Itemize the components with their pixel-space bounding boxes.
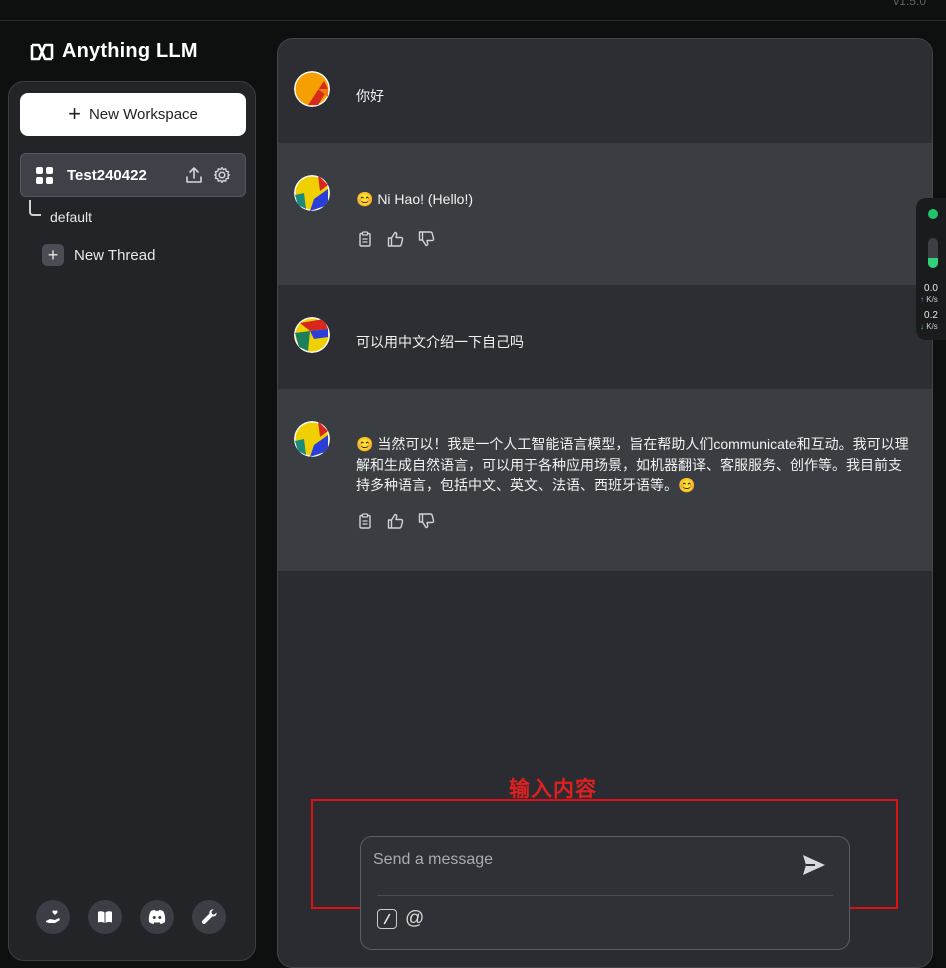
slash-icon <box>383 913 391 925</box>
plus-icon: + <box>42 244 64 266</box>
plus-icon: + <box>68 100 81 126</box>
send-icon <box>803 855 825 875</box>
clipboard-icon[interactable] <box>357 513 373 529</box>
thumbs-down-icon[interactable] <box>418 231 435 247</box>
anythingllm-logo-icon <box>30 43 54 60</box>
workspace-name: Test240422 <box>67 166 147 184</box>
upload-speed: 0.0 <box>924 283 938 294</box>
thread-connector <box>29 200 41 216</box>
thumbs-up-icon[interactable] <box>387 513 404 529</box>
message-text: 😊 当然可以！我是一个人工智能语言模型，旨在帮助人们communicate和互动… <box>356 436 909 493</box>
gear-icon[interactable] <box>213 166 231 184</box>
status-dot <box>928 209 938 219</box>
chat-message-assistant: 😊 Ni Hao! (Hello!) <box>278 143 932 285</box>
network-level-fill <box>928 257 938 268</box>
workspace-item[interactable]: Test240422 <box>20 153 246 197</box>
discord-button[interactable] <box>140 900 174 934</box>
at-mention-icon[interactable]: @ <box>405 909 424 929</box>
docs-button[interactable] <box>88 900 122 934</box>
arrow-up-icon: ↑ <box>920 295 924 304</box>
message-text: 可以用中文介绍一下自己吗 <box>356 334 524 350</box>
download-speed: 0.2 <box>924 310 938 321</box>
send-button[interactable] <box>801 853 827 882</box>
composer-tools: @ <box>377 909 424 929</box>
message-actions <box>357 231 435 247</box>
sidebar: + New Workspace Test240422 default + New… <box>8 81 256 961</box>
thumbs-up-icon[interactable] <box>387 231 404 247</box>
new-thread-label: New Thread <box>74 246 156 264</box>
chat-message-assistant: 😊 当然可以！我是一个人工智能语言模型，旨在帮助人们communicate和互动… <box>278 389 932 571</box>
sidebar-footer <box>36 900 226 934</box>
settings-button[interactable] <box>192 900 226 934</box>
assistant-avatar <box>294 175 330 211</box>
download-unit-label: K/s <box>926 322 938 331</box>
network-speed-widget: 0.0 ↑ K/s 0.2 ↓ K/s <box>916 198 946 340</box>
community-hub-button[interactable] <box>36 900 70 934</box>
upload-icon[interactable] <box>185 166 203 184</box>
new-workspace-label: New Workspace <box>88 106 198 123</box>
new-thread-button[interactable]: + New Thread <box>42 244 155 266</box>
clipboard-icon[interactable] <box>357 231 373 247</box>
network-level-bar <box>928 238 938 268</box>
book-icon <box>98 911 112 923</box>
message-text: 😊 Ni Hao! (Hello!) <box>356 191 474 207</box>
workspace-grid-icon <box>36 166 53 184</box>
top-bar: v1.5.0 <box>0 0 946 21</box>
upload-unit: ↑ K/s <box>920 295 946 304</box>
thread-item-default[interactable]: default <box>50 209 92 225</box>
app-version: v1.5.0 <box>893 0 926 8</box>
hand-heart-icon <box>46 910 60 923</box>
composer-divider <box>377 895 833 896</box>
assistant-avatar <box>294 421 330 457</box>
wrench-icon <box>201 909 217 924</box>
app-logo: Anything LLM <box>30 40 198 63</box>
discord-icon <box>148 910 166 924</box>
chat-message-user: 可以用中文介绍一下自己吗 <box>278 285 932 389</box>
message-composer: @ <box>360 836 850 950</box>
user-avatar <box>294 317 330 353</box>
message-input[interactable] <box>371 843 775 877</box>
app-name: Anything LLM <box>62 40 198 62</box>
thumbs-down-icon[interactable] <box>418 513 435 529</box>
message-actions <box>357 513 435 529</box>
arrow-down-icon: ↓ <box>920 322 924 331</box>
upload-unit-label: K/s <box>926 295 938 304</box>
download-unit: ↓ K/s <box>920 322 946 331</box>
message-text: 你好 <box>356 88 384 104</box>
user-avatar <box>294 71 330 107</box>
new-workspace-button[interactable]: + New Workspace <box>20 93 246 136</box>
slash-command-button[interactable] <box>377 909 397 929</box>
chat-message-user: 你好 <box>278 39 932 143</box>
